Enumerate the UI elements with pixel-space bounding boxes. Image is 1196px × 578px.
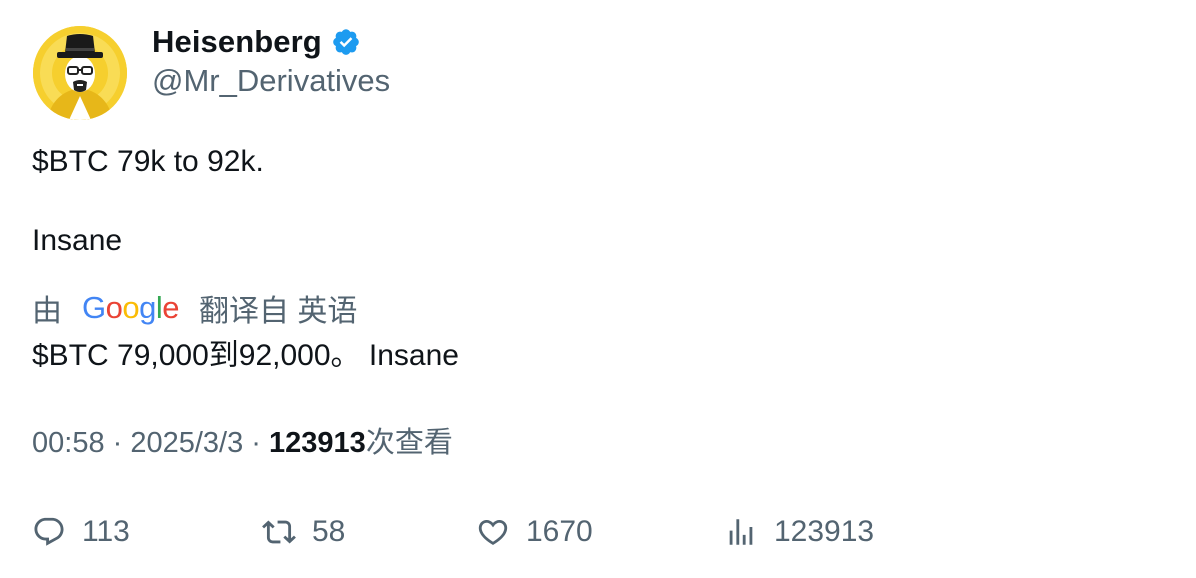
google-logo-letter: o bbox=[105, 290, 123, 325]
action-bar: 113 58 1670 123913 bbox=[0, 510, 1196, 554]
tweet-text-line-1: $BTC 79k to 92k. bbox=[32, 145, 264, 178]
author-display-name[interactable]: Heisenberg bbox=[152, 24, 322, 60]
like-count: 1670 bbox=[526, 515, 593, 548]
google-logo-letter: o bbox=[122, 290, 140, 325]
translated-text: $BTC 79,000到92,000。 Insane bbox=[32, 339, 459, 372]
verified-badge-icon bbox=[331, 27, 361, 57]
google-logo-letter: G bbox=[82, 290, 106, 325]
reply-icon bbox=[34, 517, 64, 546]
analytics-icon bbox=[729, 519, 753, 545]
retweet-button[interactable]: 58 bbox=[262, 510, 345, 554]
heisenberg-avatar-icon bbox=[33, 26, 127, 120]
translated-from-link[interactable]: 翻译自 英语 bbox=[199, 286, 357, 330]
reply-button[interactable]: 113 bbox=[32, 510, 130, 554]
retweet-icon bbox=[262, 520, 296, 544]
views-button[interactable]: 123913 bbox=[724, 510, 874, 554]
meta-separator: · bbox=[104, 427, 131, 459]
views-count: 123913 bbox=[269, 427, 366, 459]
google-logo-letter: e bbox=[162, 290, 180, 325]
views-label: 次查看 bbox=[365, 427, 453, 459]
translation-prefix: 由 bbox=[32, 295, 62, 328]
meta-separator: · bbox=[243, 427, 270, 459]
reply-count: 113 bbox=[82, 515, 130, 548]
translation-attribution: 由 Google 翻译自 英语 bbox=[32, 288, 357, 328]
google-logo: Google bbox=[82, 290, 180, 326]
tweet-text-line-2: Insane bbox=[32, 224, 123, 257]
google-logo-letter: g bbox=[139, 290, 156, 325]
tweet-date[interactable]: 2025/3/3 bbox=[130, 427, 243, 459]
tweet-meta: 00:58 · 2025/3/3 · 123913次查看 bbox=[32, 425, 453, 461]
author-name-row: Heisenberg bbox=[152, 22, 361, 62]
avatar[interactable] bbox=[33, 26, 127, 120]
tweet-card: Heisenberg @Mr_Derivatives $BTC 79k to 9… bbox=[0, 0, 1196, 578]
heart-icon bbox=[478, 519, 508, 545]
retweet-count: 58 bbox=[312, 515, 346, 548]
like-button[interactable]: 1670 bbox=[476, 510, 593, 554]
author-handle[interactable]: @Mr_Derivatives bbox=[152, 62, 390, 100]
tweet-time[interactable]: 00:58 bbox=[32, 427, 105, 459]
views-button-count: 123913 bbox=[774, 515, 875, 548]
